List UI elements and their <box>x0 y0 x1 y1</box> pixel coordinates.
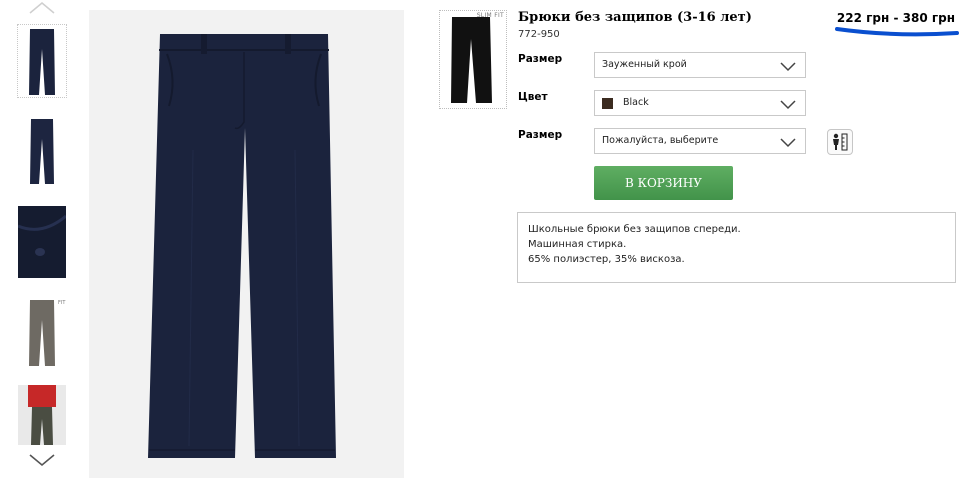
color-select-value: Black <box>623 97 649 108</box>
size-select[interactable]: Пожалуйста, выберите <box>594 128 806 154</box>
description-line: Школьные брюки без защипов спереди. <box>528 224 741 235</box>
size-guide-icon <box>833 133 848 151</box>
main-product-image <box>89 10 404 478</box>
black-trousers-thumb <box>451 17 492 103</box>
fabric-detail-thumb <box>18 206 66 278</box>
color-label: Цвет <box>518 91 548 103</box>
color-swatch <box>602 98 613 109</box>
chevron-down-icon <box>780 138 796 148</box>
thumbnails-up-button[interactable] <box>16 0 68 16</box>
size-guide-button[interactable] <box>827 129 853 155</box>
svg-text:FIT: FIT <box>58 300 66 306</box>
thumbnails-down-button[interactable] <box>16 452 68 468</box>
size-label: Размер <box>518 129 563 141</box>
chevron-down-icon <box>29 454 55 467</box>
slim-fit-badge: SLIM FIT <box>476 12 504 19</box>
grey-trousers-thumb: FIT <box>29 300 66 366</box>
thumbnail-front-view[interactable] <box>17 24 67 98</box>
size-select-value: Пожалуйста, выберите <box>602 135 719 146</box>
navy-trousers-thumb <box>29 29 55 95</box>
thumbnail-worn-by-model[interactable] <box>18 385 66 445</box>
chevron-up-icon <box>29 2 55 14</box>
chevron-down-icon <box>780 62 796 72</box>
fit-select[interactable]: Зауженный крой <box>594 52 806 78</box>
thumbnail-button-detail[interactable] <box>18 206 66 278</box>
fit-label: Размер <box>518 53 563 65</box>
navy-trousers-thumb <box>30 119 54 184</box>
thumbnail-front-view-alt[interactable] <box>18 114 66 186</box>
price-highlight-mark <box>835 27 959 37</box>
thumbnail-grey-variant[interactable]: FIT <box>18 296 66 368</box>
add-to-cart-button[interactable]: В КОРЗИНУ <box>594 166 733 200</box>
fit-select-value: Зауженный крой <box>602 59 687 70</box>
selected-variant-thumbnail: SLIM FIT <box>439 10 507 109</box>
description-line: 65% полиэстер, 35% вискоза. <box>528 254 685 265</box>
product-description: Школьные брюки без защипов спереди. Маши… <box>517 212 956 283</box>
model-photo-thumb <box>18 385 66 445</box>
thumbnail-strip: FIT <box>16 0 68 478</box>
navy-trousers-image <box>148 34 336 458</box>
product-code: 772-950 <box>518 29 560 40</box>
color-select[interactable]: Black <box>594 90 806 116</box>
chevron-down-icon <box>780 100 796 110</box>
description-line: Машинная стирка. <box>528 239 627 250</box>
product-title: Брюки без защипов (3-16 лет) <box>518 10 752 25</box>
